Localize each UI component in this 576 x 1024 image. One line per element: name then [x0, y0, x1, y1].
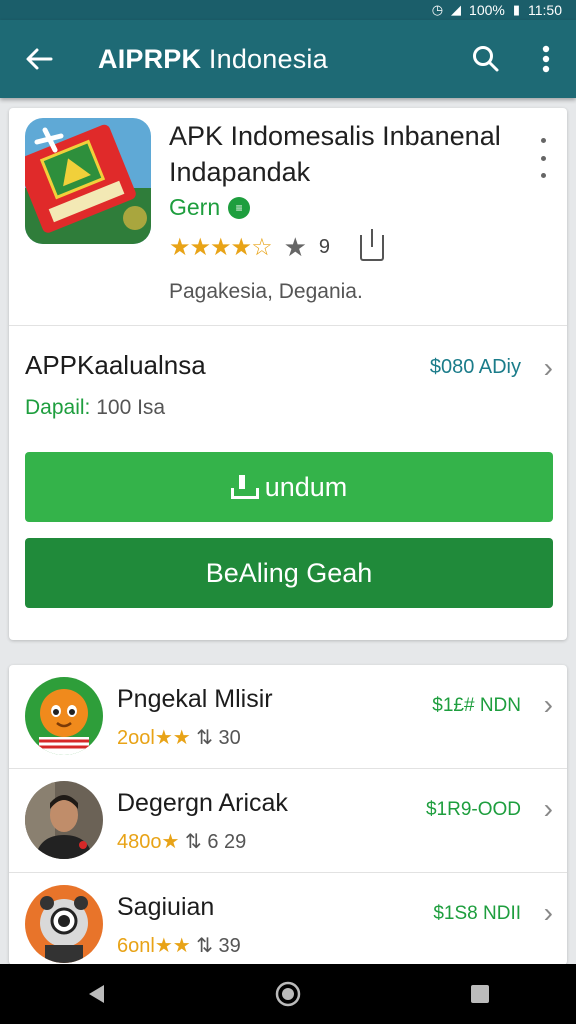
search-icon	[473, 46, 499, 72]
info-title: APPKaalualnsa	[25, 350, 206, 380]
nav-recents-button[interactable]	[450, 964, 510, 1024]
list-item-meta: 6onl★★ ⇅ 39	[117, 935, 241, 957]
clock: 11:50	[528, 2, 562, 18]
rating-row: ★★★★☆ ★ 9	[169, 228, 385, 263]
app-name: APK Indomesalis Inbanenal Indapandak	[169, 121, 501, 187]
robot-mascot-icon	[25, 885, 103, 963]
list-item-meta: 480o★ ⇅ 6 29	[117, 831, 247, 853]
system-nav-bar	[0, 964, 576, 1024]
download-icon	[230, 475, 259, 499]
secondary-action-button[interactable]: BeAling Geah	[25, 538, 553, 608]
verified-badge-icon: ≡	[228, 196, 251, 219]
list-item[interactable]: Sagiuian 6onl★★ ⇅ 39 $1S8 NDII ›	[9, 873, 567, 965]
list-item[interactable]: Degergn Aricak 480o★ ⇅ 6 29 $1R9-OOD ›	[9, 769, 567, 873]
back-button[interactable]	[0, 20, 78, 98]
info-price[interactable]: $080 ADiy	[430, 356, 521, 379]
developer-name[interactable]: Gern	[169, 194, 220, 221]
rating-count: 9	[318, 236, 331, 258]
list-item-name: Degergn Aricak	[117, 789, 288, 817]
avatar	[25, 885, 103, 963]
card-more-button[interactable]	[533, 138, 553, 178]
list-item-name: Sagiuian	[117, 893, 215, 921]
person-photo-icon	[25, 781, 103, 859]
chevron-right-icon[interactable]: ›	[544, 793, 553, 825]
info-subtitle: Dapail: 100 Isa	[25, 396, 166, 419]
circle-home-icon	[275, 981, 301, 1007]
list-item-name: Pngekal Mlisir	[117, 685, 273, 713]
chevron-right-icon[interactable]: ›	[544, 352, 553, 384]
stars-icon: ★★	[154, 727, 191, 749]
page-title: AIPRPK Indonesia	[98, 43, 328, 74]
avatar	[25, 781, 103, 859]
chevron-right-icon[interactable]: ›	[544, 689, 553, 721]
list-item-price: $1R9-OOD	[425, 799, 521, 820]
triangle-back-icon	[89, 985, 104, 1003]
app-category: Pagakesia, Degania.	[169, 280, 363, 303]
app-bar: AIPRPK Indonesia	[0, 20, 576, 98]
chevron-right-icon[interactable]: ›	[544, 897, 553, 929]
app-icon[interactable]	[25, 118, 151, 244]
install-button[interactable]: undum	[25, 452, 553, 522]
list-item-price: $1£# NDN	[432, 695, 521, 716]
install-button-label: undum	[264, 471, 348, 502]
list-item-price: $1S8 NDII	[433, 903, 521, 924]
list-item[interactable]: Pngekal Mlisir 2ool★★ ⇅ 30 $1£# NDN ›	[9, 665, 567, 769]
signal-icon: ◢	[451, 2, 462, 17]
nav-home-button[interactable]	[258, 964, 318, 1024]
stars-icon: ★	[161, 831, 180, 853]
battery-icon: ▮	[512, 2, 520, 17]
app-logo-icon	[25, 118, 151, 244]
square-recents-icon	[471, 985, 489, 1003]
share-icon[interactable]	[360, 228, 385, 261]
rating-stars-icon: ★★★★☆	[169, 234, 273, 261]
developer-row[interactable]: Gern ≡	[169, 194, 251, 221]
back-arrow-icon	[26, 48, 53, 70]
related-apps-card: Pngekal Mlisir 2ool★★ ⇅ 30 $1£# NDN › De…	[9, 665, 567, 965]
nav-back-button[interactable]	[66, 964, 126, 1024]
more-vert-icon	[542, 45, 550, 73]
secondary-button-label: BeAling Geah	[205, 557, 373, 588]
star-icon: ★	[283, 232, 307, 262]
orange-mascot-icon	[25, 677, 103, 755]
list-item-meta: 2ool★★ ⇅ 30	[117, 727, 241, 749]
overflow-menu-button[interactable]	[516, 20, 576, 98]
avatar	[25, 677, 103, 755]
status-bar: ◷ ◢ 100% ▮ 11:50	[0, 0, 576, 20]
app-detail-card: APK Indomesalis Inbanenal Indapandak Ger…	[9, 108, 567, 640]
divider	[9, 325, 567, 326]
alarm-icon: ◷	[431, 2, 444, 17]
stars-icon: ★★	[154, 935, 191, 957]
search-button[interactable]	[456, 20, 516, 98]
battery-percent: 100%	[469, 2, 505, 18]
